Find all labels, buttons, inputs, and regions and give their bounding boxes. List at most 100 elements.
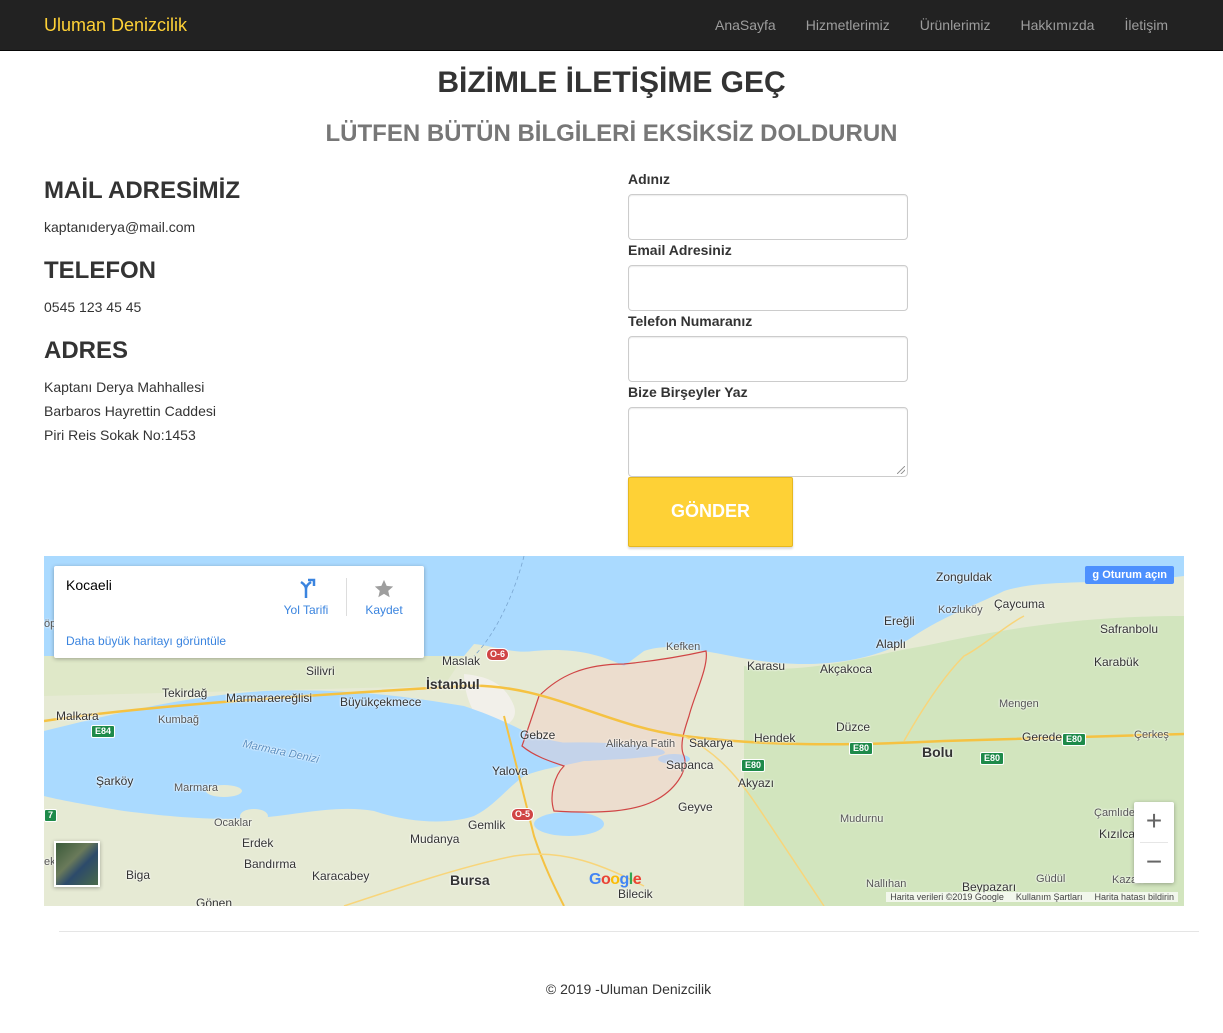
map-label: Bandırma <box>244 857 297 871</box>
map-label: Alaplı <box>876 637 907 651</box>
map-attribution: Harita verileri ©2019 Google Kullanım Şa… <box>886 892 1178 902</box>
satellite-toggle[interactable] <box>54 841 100 887</box>
map-label: Maslak <box>442 654 481 668</box>
map-label: Biga <box>126 868 151 882</box>
map-label: Gebze <box>520 728 556 742</box>
nav-link-about[interactable]: Hakkımızda <box>1006 0 1110 50</box>
map-label: Gemlik <box>468 818 506 832</box>
mail-heading: MAİL ADRESİMİZ <box>44 177 240 204</box>
map-label: Erdek <box>242 836 274 850</box>
phone-label: Telefon Numaranız <box>628 313 753 329</box>
map-label: Ereğli <box>884 614 915 628</box>
map-label: Silivri <box>306 664 335 678</box>
map-data-credit: Harita verileri ©2019 Google <box>890 892 1004 902</box>
map-label: Kefken <box>666 641 701 653</box>
page-subtitle: LÜTFEN BÜTÜN BİLGİLERİ EKSİKSİZ DOLDURUN <box>325 120 898 147</box>
map-label: Marmara <box>174 782 219 794</box>
message-textarea[interactable] <box>628 407 908 477</box>
road-shield: 7 <box>44 809 58 822</box>
directions-label: Yol Tarifi <box>283 603 329 617</box>
map-label: Mudurnu <box>840 813 884 825</box>
nav-link-services[interactable]: Hizmetlerimiz <box>791 0 905 50</box>
road-shield: E84 <box>91 725 116 738</box>
map-label: Karabük <box>1094 655 1139 669</box>
terms-link[interactable]: Kullanım Şartları <box>1016 892 1083 902</box>
name-label: Adınız <box>628 171 670 187</box>
map-label: Gerede <box>1022 730 1063 744</box>
map-label: Bolu <box>922 744 954 760</box>
report-error-link[interactable]: Harita hatası bildirin <box>1094 892 1174 902</box>
map-label: Çaycuma <box>994 597 1045 611</box>
email-input[interactable] <box>628 265 908 311</box>
address-line: Barbaros Hayrettin Caddesi <box>44 403 216 419</box>
larger-map-link[interactable]: Daha büyük haritayı görüntüle <box>66 634 226 648</box>
map-label: Mengen <box>999 698 1039 710</box>
map-info-card: Kocaeli Yol Tarifi Kaydet Daha büyük har… <box>54 566 424 658</box>
submit-button[interactable]: GÖNDER <box>628 477 793 547</box>
email-label: Email Adresiniz <box>628 242 732 258</box>
nav-link-products[interactable]: Ürünlerimiz <box>905 0 1006 50</box>
map-label: Büyükçekmece <box>340 695 422 709</box>
road-shield: O-6 <box>486 648 510 661</box>
map-label: Güdül <box>1036 873 1066 885</box>
mail-value: kaptanıderya@mail.com <box>44 219 196 235</box>
map-label: Ocaklar <box>214 817 252 829</box>
directions-icon <box>300 578 316 598</box>
map-label: Yalova <box>492 764 528 778</box>
map-label: Karasu <box>747 659 786 673</box>
map-label: Nallıhan <box>866 878 907 890</box>
phone-input[interactable] <box>628 336 908 382</box>
google-map[interactable]: Zonguldak Ereğli Kozluköy Çaycuma Safran… <box>44 556 1184 906</box>
road-shield: E80 <box>980 752 1005 765</box>
address-block: Kaptanı Derya Mahhallesi Barbaros Hayret… <box>44 375 216 447</box>
save-button[interactable]: Kaydet <box>356 578 412 617</box>
map-label: Safranbolu <box>1100 622 1159 636</box>
google-logo: Google <box>589 871 642 888</box>
map-label: Şarköy <box>96 774 134 788</box>
map-place-title: Kocaeli <box>66 577 112 593</box>
map-label: Bursa <box>450 872 490 888</box>
map-label: Malkara <box>56 709 99 723</box>
map-label: İstanbul <box>426 676 480 692</box>
road-shield: E80 <box>741 759 766 772</box>
map-label: Düzce <box>836 720 871 734</box>
save-label: Kaydet <box>365 603 403 617</box>
address-line: Kaptanı Derya Mahhallesi <box>44 379 205 395</box>
brand-logo[interactable]: Uluman Denizcilik <box>44 15 187 36</box>
map-label: Alikahya Fatih <box>606 738 676 750</box>
footer-copyright: © 2019 -Uluman Denizcilik <box>545 981 712 997</box>
navbar: Uluman Denizcilik AnaSayfa Hizmetlerimiz… <box>0 0 1223 51</box>
road-shield: O-5 <box>511 808 535 821</box>
map-label: Sakarya <box>689 736 734 750</box>
sign-in-label: Oturum açın <box>1102 569 1167 581</box>
phone-value: 0545 123 45 45 <box>44 299 142 315</box>
resize-grip-icon[interactable] <box>897 466 905 474</box>
sign-in-button[interactable]: g Oturum açın <box>1085 566 1174 584</box>
road-shield: E80 <box>849 742 874 755</box>
card-divider <box>346 578 347 616</box>
map-label: Zonguldak <box>936 570 993 584</box>
page-title: BİZİMLE İLETİŞİME GEÇ <box>437 66 786 99</box>
phone-heading: TELEFON <box>44 257 156 284</box>
star-icon <box>374 579 394 598</box>
map-label: Mudanya <box>410 832 460 846</box>
directions-button[interactable]: Yol Tarifi <box>276 578 336 617</box>
map-label: Marmaraereğlisi <box>226 691 313 705</box>
google-g-icon: g <box>1092 569 1103 581</box>
address-line: Piri Reis Sokak No:1453 <box>44 427 196 443</box>
road-shield: E80 <box>1062 733 1087 746</box>
zoom-control: + − <box>1134 802 1174 883</box>
name-input[interactable] <box>628 194 908 240</box>
zoom-in-button[interactable]: + <box>1134 802 1174 842</box>
map-label: Hendek <box>754 731 796 745</box>
map-label: Akyazı <box>738 776 775 790</box>
nav-menu: AnaSayfa Hizmetlerimiz Ürünlerimiz Hakkı… <box>700 0 1183 50</box>
map-label: Çerkeş <box>1134 729 1169 741</box>
nav-link-contact[interactable]: İletişim <box>1109 0 1183 50</box>
nav-link-home[interactable]: AnaSayfa <box>700 0 791 50</box>
zoom-out-button[interactable]: − <box>1134 843 1174 883</box>
map-label: Tekirdağ <box>162 686 208 700</box>
map-label: Sapanca <box>666 758 714 772</box>
map-label: Geyve <box>678 800 713 814</box>
map-label: Karacabey <box>312 869 370 883</box>
